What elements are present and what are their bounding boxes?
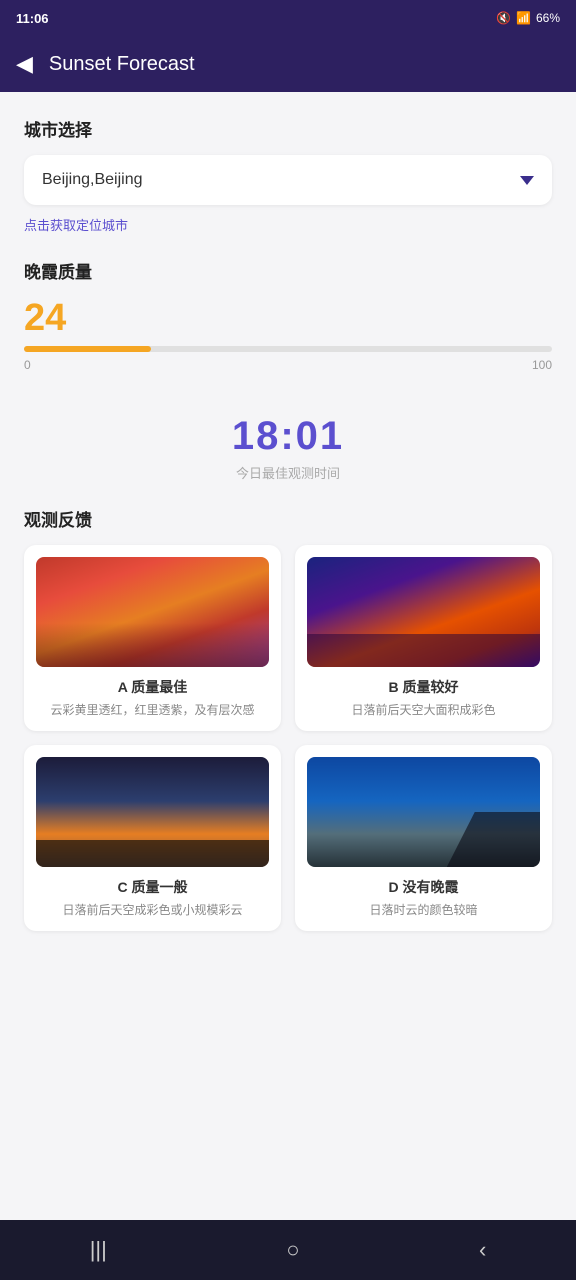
city-select-box[interactable]: Beijing,Beijing [24,155,552,205]
feedback-grid: A 质量最佳云彩黄里透红，红里透紫，及有层次感B 质量较好日落前后天空大面积成彩… [24,545,552,931]
feedback-grade-b: B 质量较好 [307,677,540,697]
feedback-section: 观测反馈 A 质量最佳云彩黄里透红，红里透紫，及有层次感B 质量较好日落前后天空… [24,506,552,931]
city-name: Beijing,Beijing [42,171,143,189]
status-icons: 🔇 📶 66% [496,11,560,25]
feedback-card-b[interactable]: B 质量较好日落前后天空大面积成彩色 [295,545,552,731]
feedback-card-c[interactable]: C 质量一般日落前后天空成彩色或小规模彩云 [24,745,281,931]
feedback-card-d[interactable]: D 没有晚霞日落时云的颜色较暗 [295,745,552,931]
mute-icon: 🔇 [496,11,511,25]
status-bar: 11:06 🔇 📶 66% [0,0,576,36]
feedback-desc-b: 日落前后天空大面积成彩色 [307,701,540,719]
feedback-card-a[interactable]: A 质量最佳云彩黄里透红，红里透紫，及有层次感 [24,545,281,731]
top-nav: ◀ Sunset Forecast [0,36,576,92]
feedback-image-d [307,757,540,867]
progress-labels: 0 100 [24,358,552,372]
progress-max: 100 [532,358,552,372]
city-section-title: 城市选择 [24,116,552,141]
feedback-desc-d: 日落时云的颜色较暗 [307,901,540,919]
bottom-nav: ||| ○ ‹ [0,1220,576,1280]
dropdown-arrow-icon [520,176,534,185]
quality-section-title: 晚霞质量 [24,258,552,283]
quality-progress-fill [24,346,151,352]
feedback-section-title: 观测反馈 [24,506,552,531]
time-section: 18:01 今日最佳观测时间 [24,396,552,506]
progress-min: 0 [24,358,31,372]
home-button[interactable]: ○ [266,1229,319,1271]
best-time-label: 今日最佳观测时间 [24,463,552,482]
feedback-grade-a: A 质量最佳 [36,677,269,697]
quality-score: 24 [24,297,552,340]
feedback-image-c [36,757,269,867]
wifi-icon: 📶 [516,11,531,25]
best-time: 18:01 [24,414,552,459]
feedback-grade-d: D 没有晚霞 [307,877,540,897]
back-button[interactable]: ◀ [16,51,33,77]
feedback-image-b [307,557,540,667]
page-title: Sunset Forecast [49,53,195,76]
status-time: 11:06 [16,11,49,26]
city-section: 城市选择 Beijing,Beijing 点击获取定位城市 [24,116,552,234]
main-content: 城市选择 Beijing,Beijing 点击获取定位城市 晚霞质量 24 0 … [0,92,576,1220]
location-link[interactable]: 点击获取定位城市 [24,215,552,234]
quality-progress-bar [24,346,552,352]
menu-button[interactable]: ||| [70,1229,127,1271]
feedback-image-a [36,557,269,667]
quality-section: 晚霞质量 24 0 100 [24,258,552,372]
feedback-desc-c: 日落前后天空成彩色或小规模彩云 [36,901,269,919]
back-nav-button[interactable]: ‹ [459,1229,506,1271]
feedback-grade-c: C 质量一般 [36,877,269,897]
feedback-desc-a: 云彩黄里透红，红里透紫，及有层次感 [36,701,269,719]
battery-label: 66% [536,11,560,25]
